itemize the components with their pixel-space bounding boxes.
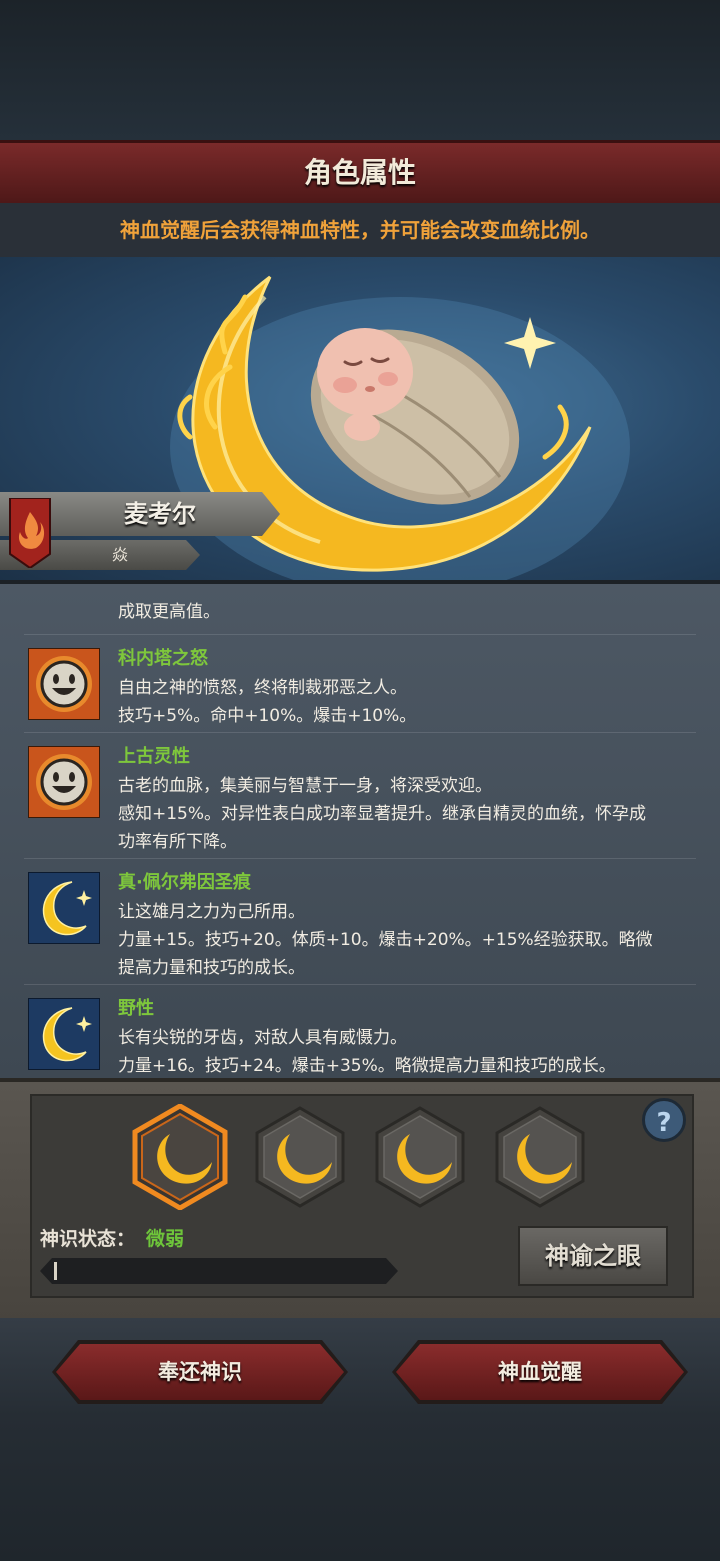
divine-sense-value: 微弱 xyxy=(146,1228,185,1250)
character-name: 麦考尔 xyxy=(124,500,196,528)
trait-description: 让这雄月之力为己所用。 力量+15。技巧+20。体质+10。爆击+20%。+15… xyxy=(118,898,698,982)
trait-line: 长有尖锐的牙齿，对敌人具有威慑力。 xyxy=(118,1028,407,1048)
top-backdrop xyxy=(0,0,720,140)
blood-awakening-button[interactable]: 神血觉醒 xyxy=(396,1344,684,1400)
crescent-moon-icon xyxy=(28,872,100,944)
divider xyxy=(24,858,696,859)
trait-name: 真·佩尔弗因圣痕 xyxy=(118,872,251,893)
trait-line: 古老的血脉，集美丽与智慧于一身，将深受欢迎。 xyxy=(118,776,492,796)
divider xyxy=(24,984,696,985)
slot-1[interactable] xyxy=(132,1104,228,1210)
slot-4[interactable] xyxy=(492,1104,588,1210)
return-divine-sense-button[interactable]: 奉还神识 xyxy=(56,1344,344,1400)
trait-name: 科内塔之怒 xyxy=(118,648,208,669)
slot-3[interactable] xyxy=(372,1104,468,1210)
help-button[interactable]: ? xyxy=(642,1098,686,1142)
sun-face-icon xyxy=(28,746,100,818)
divider xyxy=(24,732,696,733)
oracle-eye-button[interactable]: 神谕之眼 xyxy=(518,1226,668,1286)
trait-list[interactable]: 成取更高值。 科内塔之怒 自由之神的愤怒，终将制裁邪恶之人。 技巧+5%。命中+… xyxy=(0,580,720,1082)
divine-sense-label: 神识状态： xyxy=(40,1228,136,1250)
trait-description: 自由之神的愤怒，终将制裁邪恶之人。 技巧+5%。命中+10%。爆击+10%。 xyxy=(118,674,698,730)
divine-sense-progress-fill xyxy=(54,1262,57,1280)
trait-line: 自由之神的愤怒，终将制裁邪恶之人。 xyxy=(118,678,407,698)
trait-line: 力量+16。技巧+24。爆击+35%。略微提高力量和技巧的成长。 xyxy=(118,1056,616,1076)
trait-name: 野性 xyxy=(118,998,154,1019)
trait-line: 功率有所下降。 xyxy=(118,832,237,852)
trait-line: 提高力量和技巧的成长。 xyxy=(118,958,305,978)
trait-cut-line: 成取更高值。 xyxy=(118,602,220,622)
page-title: 角色属性 xyxy=(0,140,720,206)
trait-description: 古老的血脉，集美丽与智慧于一身，将深受欢迎。 感知+15%。对异性表白成功率显著… xyxy=(118,772,698,856)
trait-line: 让这雄月之力为己所用。 xyxy=(118,902,305,922)
trait-description: 长有尖锐的牙齿，对敌人具有威慑力。 力量+16。技巧+24。爆击+35%。略微提… xyxy=(118,1024,698,1080)
awakening-notice: 神血觉醒后会获得神血特性，并可能会改变血统比例。 xyxy=(0,203,720,257)
trait-line: 技巧+5%。命中+10%。爆击+10%。 xyxy=(118,706,417,726)
slot-2[interactable] xyxy=(252,1104,348,1210)
sun-face-icon xyxy=(28,648,100,720)
trait-line: 感知+15%。对异性表白成功率显著提升。继承自精灵的血统，怀孕成 xyxy=(118,804,647,824)
crescent-moon-icon xyxy=(28,998,100,1070)
divider xyxy=(24,634,696,635)
character-sub-label: 焱 xyxy=(111,545,128,564)
flame-banner-icon xyxy=(9,498,51,568)
trait-line: 力量+15。技巧+20。体质+10。爆击+20%。+15%经验获取。略微 xyxy=(118,930,653,950)
trait-name: 上古灵性 xyxy=(118,746,190,767)
divine-sense-progress xyxy=(40,1258,398,1284)
